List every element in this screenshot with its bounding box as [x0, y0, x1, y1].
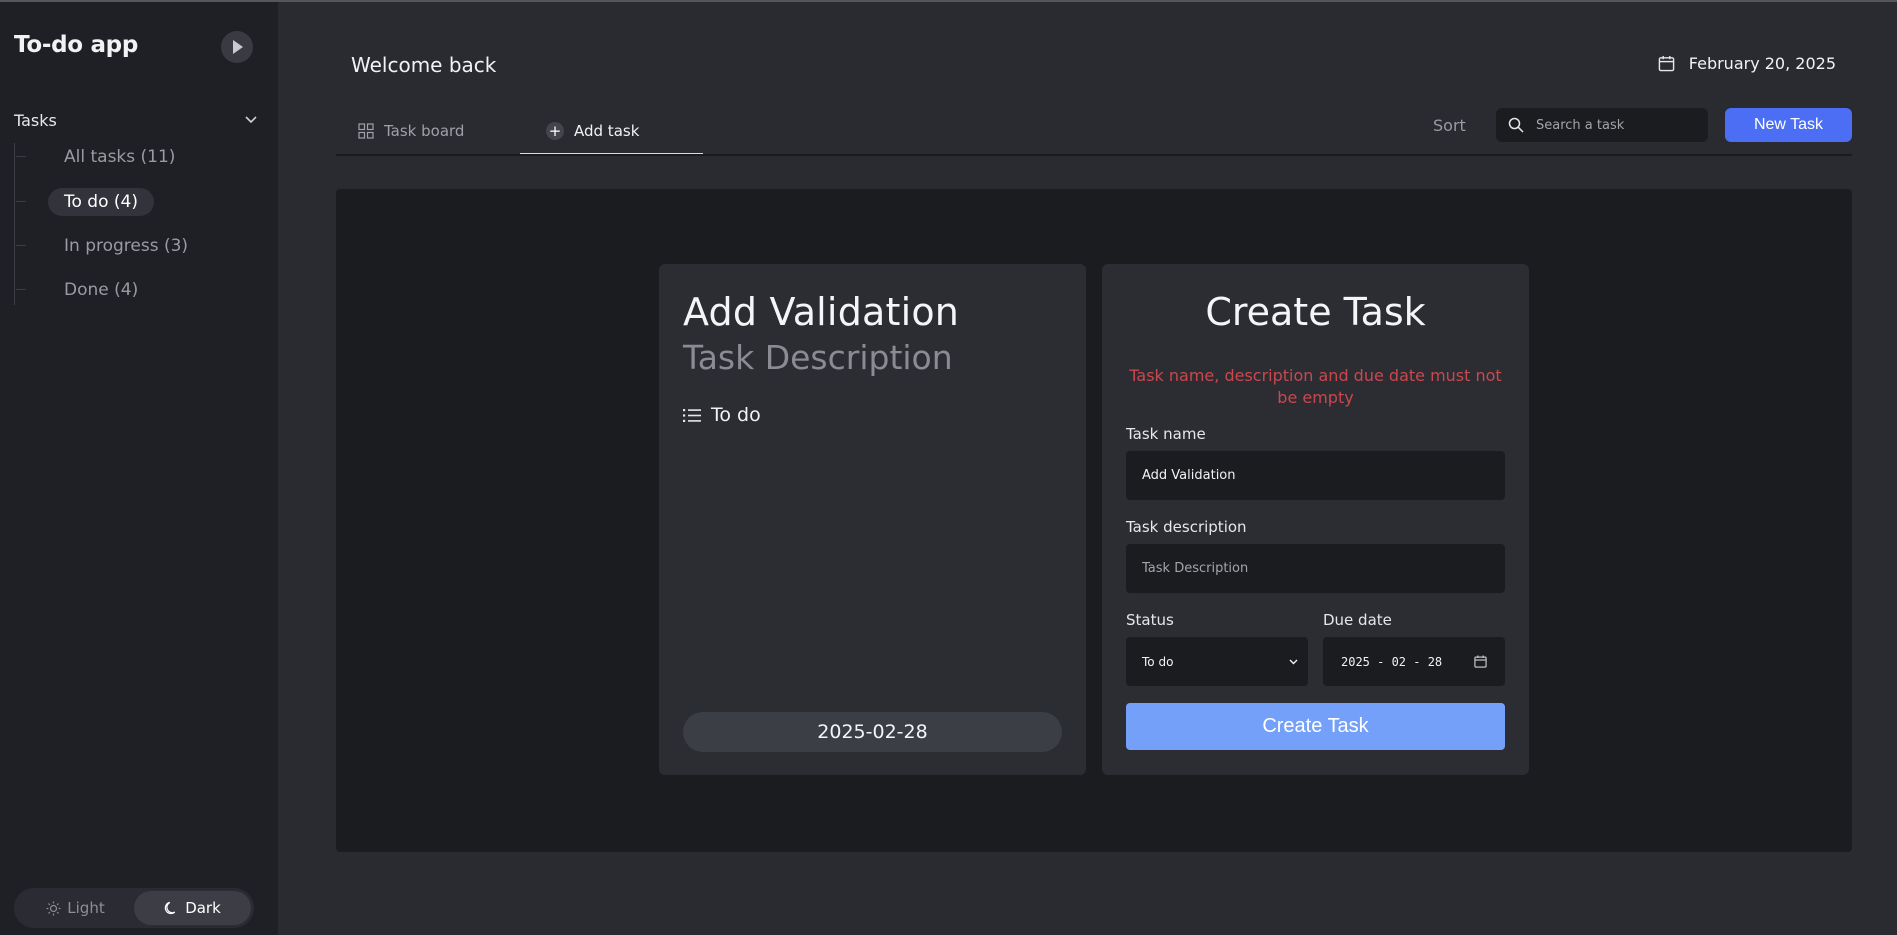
light-theme-label: Light [67, 899, 105, 917]
tree-line [14, 143, 15, 305]
preview-description: Task Description [683, 338, 953, 377]
preview-due-date: 2025-02-28 [683, 712, 1062, 752]
search-icon [1508, 117, 1524, 133]
calendar-icon[interactable] [1474, 655, 1487, 668]
sidebar-item-label: To do (4) [64, 192, 138, 212]
status-select[interactable]: To do [1126, 637, 1308, 686]
light-theme-button[interactable]: Light [17, 891, 134, 925]
list-icon [683, 408, 701, 422]
sort-button[interactable]: Sort [1433, 116, 1466, 135]
sidebar-item-label: Done (4) [64, 280, 139, 300]
app-title: To-do app [14, 32, 139, 58]
preview-status-label: To do [711, 404, 761, 426]
sidebar-item-label: In progress (3) [64, 236, 189, 256]
sun-icon [46, 900, 61, 916]
sidebar-item-label: All tasks (11) [64, 147, 176, 167]
calendar-icon [1658, 55, 1675, 72]
create-task-form: Create Task Task name, description and d… [1102, 264, 1529, 775]
sidebar-item-all-tasks[interactable]: All tasks (11) [16, 143, 191, 171]
grid-icon [358, 123, 374, 139]
search-box [1496, 108, 1708, 142]
status-select-value: To do [1142, 654, 1174, 669]
moon-icon [164, 901, 176, 914]
tree-tick [16, 201, 26, 202]
dark-theme-button[interactable]: Dark [134, 891, 251, 925]
tab-label: Add task [574, 122, 640, 140]
due-date-value: 2025 - 02 - 28 [1341, 654, 1443, 669]
tab-label: Task board [384, 122, 465, 140]
task-name-label: Task name [1126, 425, 1206, 443]
current-date: February 20, 2025 [1658, 54, 1836, 73]
tree-tick [16, 245, 26, 246]
task-description-input[interactable] [1126, 544, 1505, 593]
tasks-section-toggle[interactable]: Tasks [14, 108, 258, 132]
theme-toggle: Light Dark [14, 888, 254, 928]
sidebar-item-to-do[interactable]: To do (4) [16, 188, 154, 216]
welcome-heading: Welcome back [351, 53, 497, 77]
tree-tick [16, 156, 26, 157]
chevron-down-icon [245, 116, 257, 124]
create-task-button[interactable]: Create Task [1126, 703, 1505, 750]
window-top-border [0, 0, 1897, 2]
date-text: February 20, 2025 [1688, 54, 1836, 73]
sidebar-item-in-progress[interactable]: In progress (3) [16, 232, 204, 260]
play-icon [233, 40, 243, 54]
task-description-label: Task description [1126, 518, 1247, 536]
form-title: Create Task [1205, 290, 1426, 334]
form-error-message: Task name, description and due date must… [1129, 366, 1502, 407]
tab-bar-divider [336, 154, 1852, 156]
due-date-label: Due date [1323, 611, 1392, 629]
tab-task-board[interactable]: Task board [358, 108, 464, 154]
task-name-input[interactable] [1126, 451, 1505, 500]
task-preview-card: Add Validation Task Description To do 20… [659, 264, 1086, 775]
sidebar: To-do app Tasks All tasks (11) To do (4)… [0, 2, 278, 935]
chevron-down-icon [1289, 659, 1298, 664]
dark-theme-label: Dark [185, 899, 221, 917]
plus-circle-icon: + [546, 122, 564, 140]
new-task-button[interactable]: New Task [1725, 108, 1852, 142]
preview-title: Add Validation [683, 290, 960, 334]
due-date-input[interactable]: 2025 - 02 - 28 [1323, 637, 1505, 686]
preview-status: To do [683, 404, 761, 426]
main-panel [336, 189, 1852, 852]
tasks-section-label: Tasks [14, 110, 57, 130]
status-label: Status [1126, 611, 1174, 629]
sidebar-item-done[interactable]: Done (4) [16, 276, 154, 304]
tree-tick [16, 289, 26, 290]
tab-add-task[interactable]: + Add task [520, 108, 703, 155]
collapse-sidebar-button[interactable] [221, 31, 253, 63]
search-input[interactable] [1536, 117, 1696, 133]
